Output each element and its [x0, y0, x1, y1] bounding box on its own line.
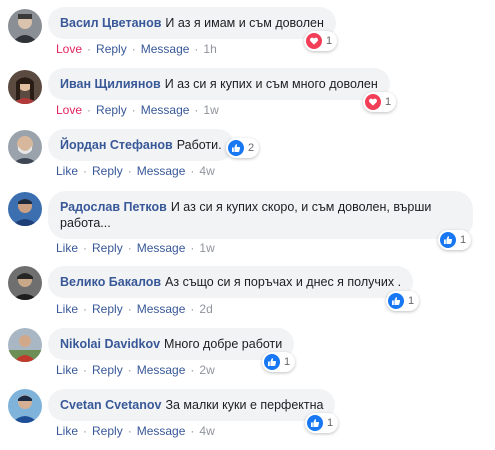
reaction-count: 2: [248, 142, 255, 154]
comment-text: Много добре работи: [164, 337, 283, 351]
reply-button[interactable]: Reply: [92, 241, 123, 255]
avatar[interactable]: [8, 9, 42, 43]
message-button[interactable]: Message: [137, 241, 186, 255]
reaction-count-badge[interactable]: 1: [386, 291, 420, 311]
thumbs-up-icon: [264, 354, 280, 370]
comment-text: И аз я имам и съм доволен: [165, 16, 324, 30]
comment-actions: Like · Reply · Message · 1w: [56, 241, 215, 255]
like-button[interactable]: Like: [56, 302, 78, 316]
reaction-count: 1: [327, 417, 334, 429]
comment-bubble: Велико Бакалов Аз също си я поръчах и дне…: [48, 266, 414, 298]
comment-actions: Like · Reply · Message · 2w: [56, 363, 215, 377]
message-button[interactable]: Message: [141, 103, 190, 117]
thumbs-up-icon: [388, 293, 404, 309]
reaction-count: 1: [326, 35, 333, 47]
comment-author-link[interactable]: Nikolai Davidkov: [60, 337, 160, 351]
reply-button[interactable]: Reply: [92, 164, 123, 178]
comment-timestamp[interactable]: 1h: [203, 42, 216, 56]
comment-author-link[interactable]: Cvetan Cvetanov: [60, 398, 161, 412]
avatar[interactable]: [8, 266, 42, 300]
reply-button[interactable]: Reply: [96, 103, 127, 117]
comment-text: Работи.: [176, 138, 222, 152]
comment-actions: Like · Reply · Message · 2d: [56, 302, 213, 316]
reply-button[interactable]: Reply: [96, 42, 127, 56]
avatar[interactable]: [8, 130, 42, 164]
comment-actions: Love · Reply · Message · 1w: [56, 103, 219, 117]
heart-icon: [365, 94, 381, 110]
love-button[interactable]: Love: [56, 42, 82, 56]
comment-bubble: Радослав Петков И аз си я купих скоро, и …: [48, 191, 473, 239]
comment-text: За малки куки е перфектна: [165, 398, 324, 412]
love-button[interactable]: Love: [56, 103, 82, 117]
comment-timestamp[interactable]: 4w: [199, 164, 214, 178]
heart-icon: [306, 33, 322, 49]
avatar[interactable]: [8, 389, 42, 423]
comment-bubble: Nikolai Davidkov Много добре работи: [48, 328, 295, 360]
comment-timestamp[interactable]: 2d: [199, 302, 212, 316]
comment-author-link[interactable]: Иван Щилиянов: [60, 77, 161, 91]
avatar[interactable]: [8, 70, 42, 104]
reaction-count-badge[interactable]: 1: [304, 31, 338, 51]
comment-author-link[interactable]: Радослав Петков: [60, 200, 167, 214]
comment-text: Аз също си я поръчах и днес я получих .: [165, 275, 402, 289]
comment-text: И аз си я купих и съм много доволен: [164, 77, 378, 91]
reply-button[interactable]: Reply: [92, 302, 123, 316]
comment-actions: Love · Reply · Message · 1h: [56, 42, 217, 56]
reaction-count: 1: [284, 356, 291, 368]
message-button[interactable]: Message: [141, 42, 190, 56]
message-button[interactable]: Message: [137, 302, 186, 316]
comment-actions: Like · Reply · Message · 4w: [56, 164, 215, 178]
message-button[interactable]: Message: [137, 164, 186, 178]
comment-bubble: Васил Цветанов И аз я имам и съм доволен: [48, 7, 336, 39]
reaction-count: 1: [408, 295, 415, 307]
like-button[interactable]: Like: [56, 363, 78, 377]
message-button[interactable]: Message: [137, 363, 186, 377]
like-button[interactable]: Like: [56, 164, 78, 178]
avatar[interactable]: [8, 328, 42, 362]
reaction-count: 1: [385, 96, 392, 108]
message-button[interactable]: Message: [137, 424, 186, 438]
comment-bubble: Йордан Стефанов Работи.: [48, 129, 234, 161]
thumbs-up-icon: [440, 232, 456, 248]
reaction-count-badge[interactable]: 1: [262, 352, 296, 372]
comment-thread: Васил Цветанов И аз я имам и съм доволен …: [0, 0, 495, 450]
like-button[interactable]: Like: [56, 424, 78, 438]
comment-timestamp[interactable]: 1w: [203, 103, 218, 117]
reply-button[interactable]: Reply: [92, 363, 123, 377]
like-button[interactable]: Like: [56, 241, 78, 255]
reaction-count: 1: [460, 234, 467, 246]
reaction-count-badge[interactable]: 2: [226, 138, 260, 158]
comment-bubble: Иван Щилиянов И аз си я купих и съм много…: [48, 68, 390, 100]
comment-author-link[interactable]: Йордан Стефанов: [60, 138, 173, 152]
comment-actions: Like · Reply · Message · 4w: [56, 424, 215, 438]
thumbs-up-icon: [228, 140, 244, 156]
comment-author-link[interactable]: Велико Бакалов: [60, 275, 161, 289]
reaction-count-badge[interactable]: 1: [305, 413, 339, 433]
reply-button[interactable]: Reply: [92, 424, 123, 438]
avatar[interactable]: [8, 192, 42, 226]
comment-author-link[interactable]: Васил Цветанов: [60, 16, 161, 30]
comment-timestamp[interactable]: 1w: [199, 241, 214, 255]
comment-timestamp[interactable]: 2w: [199, 363, 214, 377]
thumbs-up-icon: [307, 415, 323, 431]
reaction-count-badge[interactable]: 1: [438, 230, 472, 250]
comment-timestamp[interactable]: 4w: [199, 424, 214, 438]
comment-bubble: Cvetan Cvetanov За малки куки е перфектна: [48, 389, 336, 421]
reaction-count-badge[interactable]: 1: [363, 92, 397, 112]
